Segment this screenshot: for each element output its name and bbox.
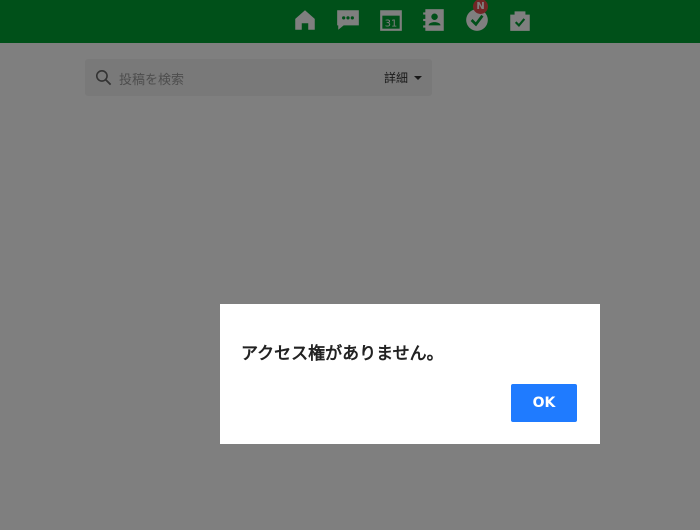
access-denied-dialog: アクセス権がありません。 OK — [220, 304, 600, 444]
ok-button[interactable]: OK — [511, 384, 577, 422]
modal-overlay — [0, 0, 700, 530]
dialog-message: アクセス権がありません。 — [241, 344, 444, 364]
